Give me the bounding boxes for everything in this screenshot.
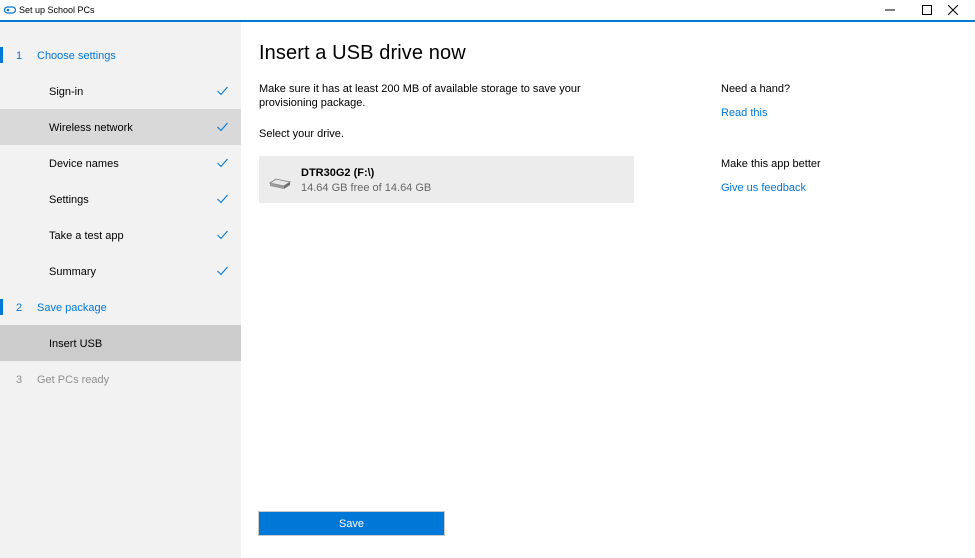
app-icon bbox=[4, 6, 16, 14]
help-heading: Need a hand? bbox=[721, 83, 791, 95]
step-number: 1 bbox=[16, 50, 23, 62]
checkmark-icon bbox=[217, 158, 228, 168]
save-button[interactable]: Save bbox=[258, 511, 445, 536]
give-feedback-link[interactable]: Give us feedback bbox=[721, 182, 806, 194]
step-label: Save package bbox=[37, 302, 107, 314]
title-bar: Set up School PCs bbox=[0, 0, 975, 22]
select-drive-label: Select your drive. bbox=[259, 128, 344, 140]
sidebar-item-label: Device names bbox=[49, 158, 119, 170]
step-number: 2 bbox=[16, 302, 23, 314]
feedback-heading: Make this app better bbox=[721, 158, 821, 170]
minimize-icon bbox=[885, 9, 895, 11]
close-button[interactable] bbox=[931, 0, 975, 20]
sidebar-item-label: Settings bbox=[49, 194, 89, 206]
step-label: Get PCs ready bbox=[37, 374, 110, 386]
checkmark-icon bbox=[217, 122, 228, 132]
usb-drive-icon bbox=[269, 178, 291, 189]
sidebar-item-label: Summary bbox=[49, 266, 97, 278]
checkmark-icon bbox=[217, 86, 228, 96]
drive-name: DTR30G2 (F:\) bbox=[301, 167, 375, 179]
sidebar-item-settings[interactable]: Settings bbox=[0, 181, 241, 217]
sidebar-item-label: Sign-in bbox=[49, 86, 84, 98]
sidebar-navigation: 1 Choose settings Sign-in Wireless netwo… bbox=[0, 22, 241, 558]
read-this-link[interactable]: Read this bbox=[721, 107, 767, 119]
sidebar-item-wireless-network[interactable]: Wireless network bbox=[0, 109, 241, 145]
sidebar-item-label: Take a test app bbox=[49, 230, 124, 242]
step-save-package[interactable]: 2 Save package bbox=[0, 289, 241, 325]
close-icon bbox=[948, 5, 958, 15]
sidebar-item-label: Wireless network bbox=[49, 122, 133, 134]
step-number: 3 bbox=[16, 374, 23, 386]
sidebar-item-device-names[interactable]: Device names bbox=[0, 145, 241, 181]
sidebar-item-insert-usb[interactable]: Insert USB bbox=[0, 325, 241, 361]
step-get-pcs-ready: 3 Get PCs ready bbox=[0, 361, 241, 397]
checkmark-icon bbox=[217, 230, 228, 240]
drive-free-space: 14.64 GB free of 14.64 GB bbox=[301, 182, 432, 194]
storage-requirement-text: Make sure it has at least 200 MB of avai… bbox=[259, 83, 581, 109]
sidebar-item-summary[interactable]: Summary bbox=[0, 253, 241, 289]
sidebar-item-take-a-test-app[interactable]: Take a test app bbox=[0, 217, 241, 253]
step-choose-settings[interactable]: 1 Choose settings bbox=[0, 37, 241, 73]
page-title: Insert a USB drive now bbox=[259, 42, 466, 64]
main-content: Insert a USB drive now Make sure it has … bbox=[241, 22, 975, 558]
sidebar-item-label: Insert USB bbox=[49, 338, 103, 350]
step-label: Choose settings bbox=[37, 50, 116, 62]
drive-list-item[interactable]: DTR30G2 (F:\) 14.64 GB free of 14.64 GB bbox=[259, 156, 634, 203]
checkmark-icon bbox=[217, 266, 228, 276]
active-step-indicator bbox=[0, 299, 3, 315]
window-title: Set up School PCs bbox=[19, 5, 95, 15]
checkmark-icon bbox=[217, 194, 228, 204]
active-step-indicator bbox=[0, 47, 3, 63]
sidebar-item-sign-in[interactable]: Sign-in bbox=[0, 73, 241, 109]
